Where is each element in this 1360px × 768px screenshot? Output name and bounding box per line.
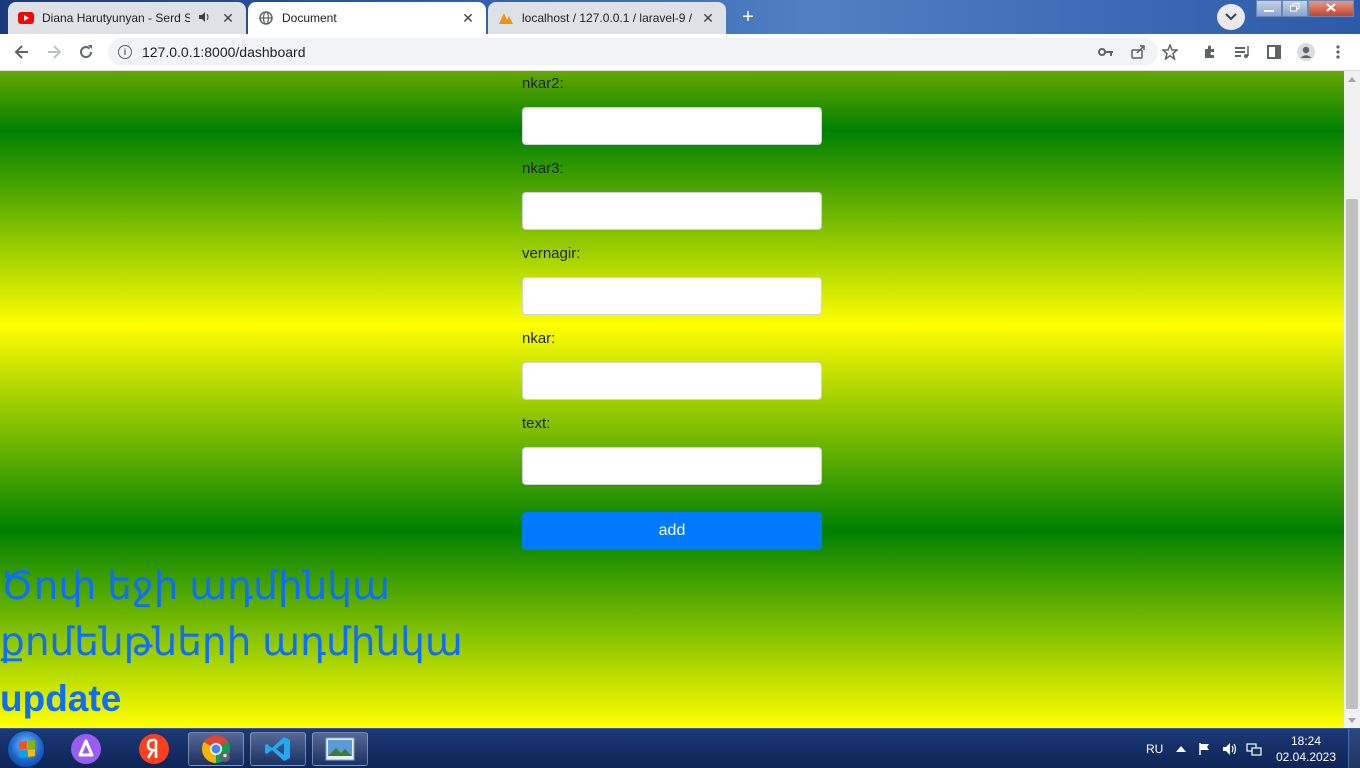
form-group-nkar3: nkar3: xyxy=(522,159,822,230)
restore-button[interactable] xyxy=(1282,0,1308,17)
back-arrow-icon xyxy=(14,45,28,59)
tab-phpmyadmin[interactable]: localhost / 127.0.0.1 / laravel-9 / ✕ xyxy=(488,2,726,34)
tab-close-icon[interactable]: ✕ xyxy=(220,10,236,27)
scroll-down-arrow-icon[interactable] xyxy=(1344,712,1360,728)
system-clock[interactable]: 18:24 02.04.2023 xyxy=(1272,733,1340,765)
form-group-text: text: xyxy=(522,414,822,485)
vscode-icon xyxy=(265,737,290,761)
field-label: vernagir: xyxy=(522,245,581,262)
clock-date: 02.04.2023 xyxy=(1275,750,1337,764)
text-input[interactable] xyxy=(522,447,822,485)
clock-time: 18:24 xyxy=(1290,734,1322,748)
phpmyadmin-icon xyxy=(498,10,514,26)
reload-button[interactable] xyxy=(74,40,98,64)
admin-links: Ծոփ եջի ադմինկա քոմենթների ադմինկա updat… xyxy=(0,559,463,727)
field-label: nkar: xyxy=(522,330,556,347)
taskbar-chrome[interactable] xyxy=(188,732,244,766)
windows-logo-icon xyxy=(19,740,35,758)
minimize-button[interactable] xyxy=(1256,0,1282,17)
tab-close-icon[interactable]: ✕ xyxy=(700,10,716,27)
bookmark-star-icon[interactable] xyxy=(1159,41,1181,63)
address-bar[interactable]: i 127.0.0.1:8000/dashboard xyxy=(108,38,1158,66)
tab-title: localhost / 127.0.0.1 / laravel-9 / xyxy=(522,11,692,25)
link-shop-admin[interactable]: Ծոփ եջի ադմինկա xyxy=(0,559,463,615)
minimize-icon xyxy=(1264,3,1274,15)
vernagir-input[interactable] xyxy=(522,277,822,315)
media-control-icon[interactable] xyxy=(1231,41,1253,63)
add-button[interactable]: add xyxy=(522,512,822,550)
volume-icon[interactable] xyxy=(1222,729,1238,768)
share-icon[interactable] xyxy=(1127,41,1149,63)
tab-close-icon[interactable]: ✕ xyxy=(460,10,476,27)
form-group-vernagir: vernagir: xyxy=(522,244,822,315)
field-label: text: xyxy=(522,415,551,432)
dashboard-form: nkar2: nkar3: vernagir: nkar: text: xyxy=(522,71,822,485)
chevron-down-icon xyxy=(1225,10,1237,24)
globe-icon xyxy=(258,10,274,26)
taskbar-photo-viewer[interactable] xyxy=(312,732,368,766)
page-content: nkar2: nkar3: vernagir: nkar: text: add … xyxy=(0,71,1344,728)
url-text[interactable]: 127.0.0.1:8000/dashboard xyxy=(142,44,305,60)
yandex-icon xyxy=(139,734,169,764)
language-indicator[interactable]: RU xyxy=(1146,729,1163,768)
show-desktop-button[interactable] xyxy=(1348,729,1360,768)
field-label: nkar3: xyxy=(522,160,564,177)
page-scrollbar[interactable] xyxy=(1344,71,1360,728)
taskbar-alice[interactable] xyxy=(58,732,114,766)
form-group-nkar2: nkar2: xyxy=(522,74,822,145)
side-panel-icon[interactable] xyxy=(1263,41,1285,63)
photo-viewer-icon xyxy=(325,737,355,761)
show-hidden-icons-icon[interactable] xyxy=(1176,729,1186,768)
field-label: nkar2: xyxy=(522,75,564,92)
site-info-icon[interactable]: i xyxy=(118,45,132,59)
chrome-icon xyxy=(202,735,230,763)
close-window-button[interactable] xyxy=(1308,0,1354,17)
scrollbar-thumb[interactable] xyxy=(1346,199,1358,709)
nkar2-input[interactable] xyxy=(522,107,822,145)
start-button[interactable] xyxy=(7,730,45,768)
tab-title: Document xyxy=(282,11,337,25)
back-button[interactable] xyxy=(10,40,34,64)
forward-arrow-icon xyxy=(48,45,62,59)
window-controls xyxy=(1256,0,1354,18)
tab-document[interactable]: Document ✕ xyxy=(248,2,486,34)
form-group-nkar: nkar: xyxy=(522,329,822,400)
youtube-icon xyxy=(18,10,34,26)
audio-playing-icon[interactable] xyxy=(198,11,212,26)
forward-button[interactable] xyxy=(42,40,66,64)
tab-youtube[interactable]: Diana Harutyunyan - Serd Sa ✕ xyxy=(8,2,246,34)
reload-icon xyxy=(80,45,93,59)
password-key-icon[interactable] xyxy=(1095,41,1117,63)
menu-kebab-icon[interactable] xyxy=(1327,41,1349,63)
restore-icon xyxy=(1290,2,1300,15)
link-comments-admin[interactable]: քոմենթների ադմինկա xyxy=(0,615,463,671)
link-update[interactable]: update xyxy=(0,671,463,727)
close-icon xyxy=(1326,2,1336,15)
action-center-flag-icon[interactable] xyxy=(1198,729,1212,768)
taskbar-vscode[interactable] xyxy=(250,732,306,766)
nkar-input[interactable] xyxy=(522,362,822,400)
browser-toolbar: i 127.0.0.1:8000/dashboard xyxy=(0,34,1360,71)
taskbar-yandex[interactable] xyxy=(126,732,182,766)
tab-search-button[interactable] xyxy=(1217,4,1245,30)
windows-taskbar: RU 18:24 02.04.2023 xyxy=(0,728,1360,768)
extensions-puzzle-icon[interactable] xyxy=(1199,41,1221,63)
browser-tab-strip: Diana Harutyunyan - Serd Sa ✕ Document ✕… xyxy=(0,0,1360,34)
network-icon[interactable] xyxy=(1246,729,1262,768)
scroll-up-arrow-icon[interactable] xyxy=(1344,71,1360,87)
tab-title: Diana Harutyunyan - Serd Sa xyxy=(42,11,190,25)
new-tab-button[interactable]: + xyxy=(734,4,762,30)
profile-avatar-icon[interactable] xyxy=(1295,41,1317,63)
alice-icon xyxy=(71,734,101,764)
nkar3-input[interactable] xyxy=(522,192,822,230)
